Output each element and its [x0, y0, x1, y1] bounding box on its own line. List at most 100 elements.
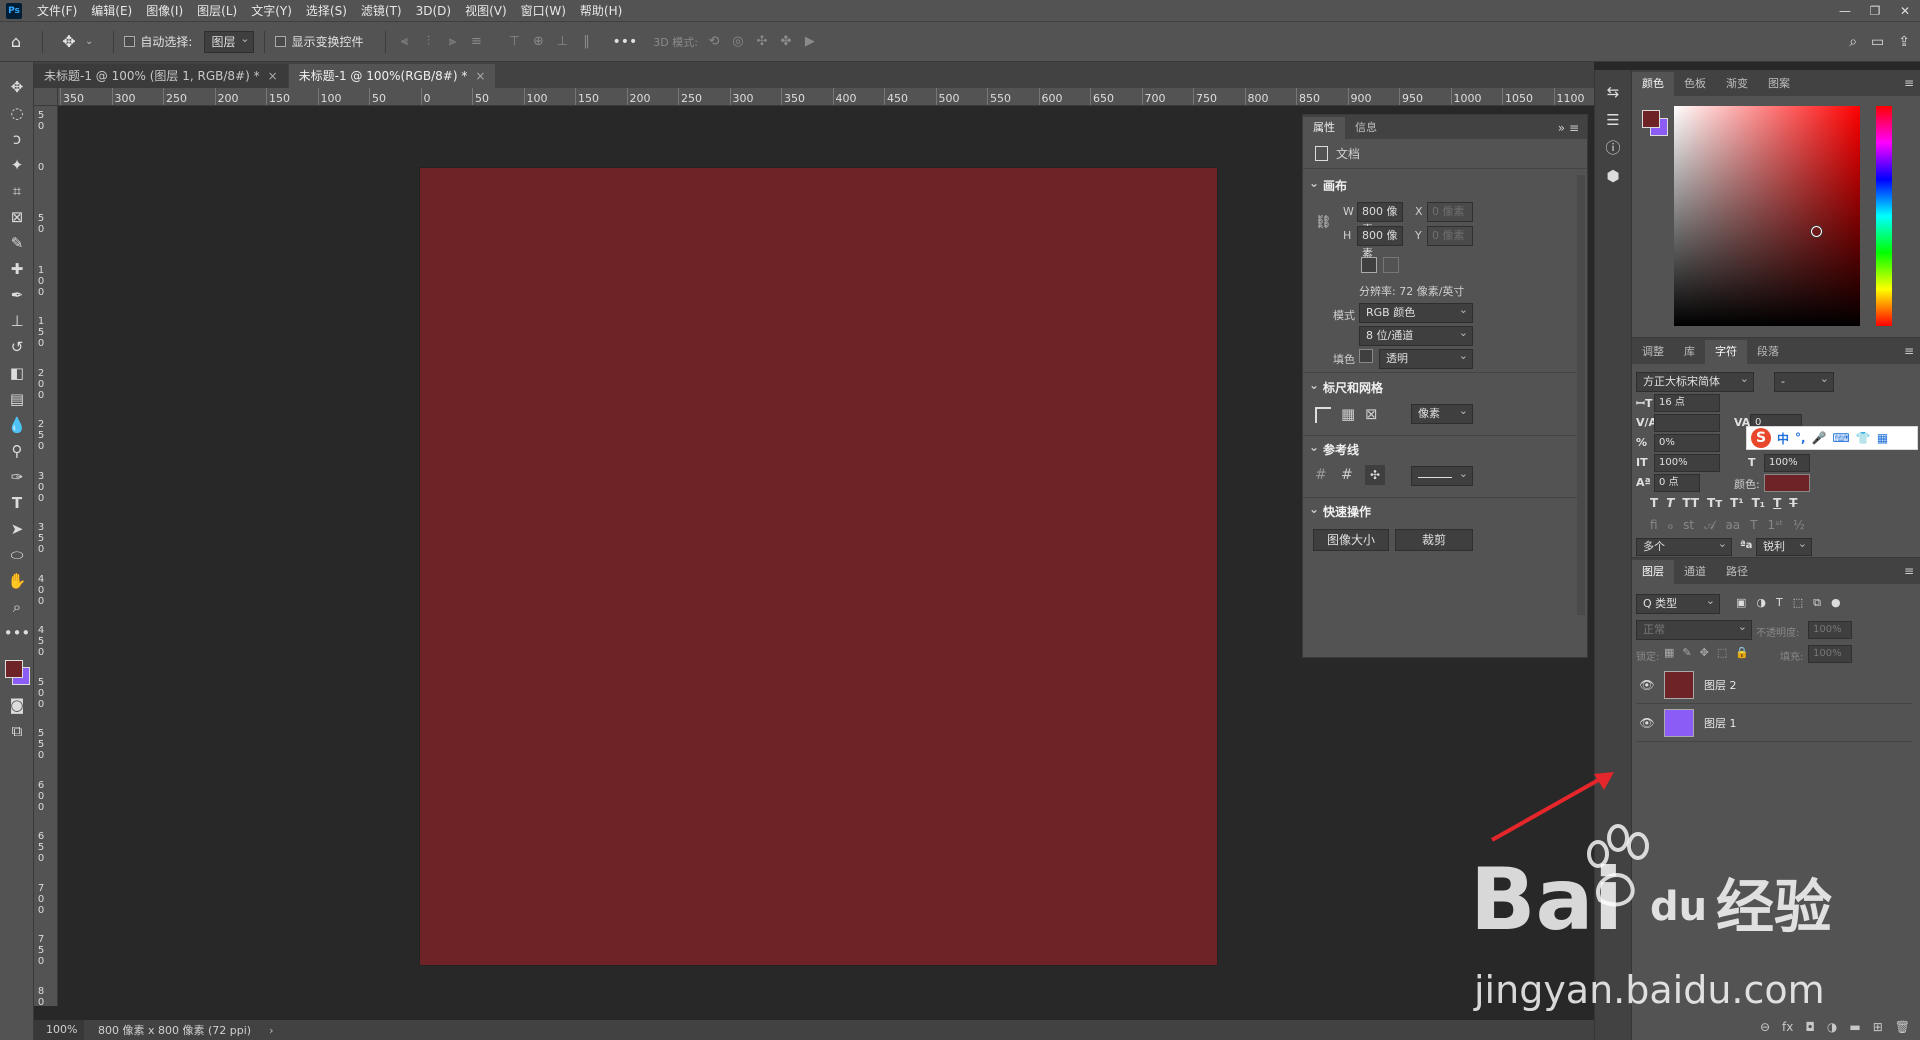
faux-bold-icon[interactable]: T: [1650, 496, 1658, 510]
move-tool-icon[interactable]: ✥: [0, 74, 34, 100]
align-left-icon[interactable]: ⫷: [396, 34, 412, 50]
lock-artboard-icon[interactable]: ⬚: [1717, 646, 1727, 659]
menu-window[interactable]: 窗口(W): [514, 0, 573, 22]
layer-style-icon[interactable]: fx: [1782, 1020, 1793, 1034]
filter-shape-icon[interactable]: ⬚: [1793, 596, 1803, 610]
horizontal-scale-field[interactable]: 100%: [1764, 454, 1810, 472]
lock-position-icon[interactable]: ✥: [1700, 646, 1709, 659]
blend-mode-dropdown[interactable]: 正常: [1636, 618, 1752, 640]
menu-type[interactable]: 文字(Y): [244, 0, 299, 22]
panel-menu-icon[interactable]: ≡: [1904, 76, 1914, 90]
tab-document-1[interactable]: 未标题-1 @ 100% (图层 1, RGB/8#) * ×: [34, 64, 288, 88]
3d-camera-icon[interactable]: ▶: [802, 34, 818, 50]
pixel-grid-icon[interactable]: ⊠: [1365, 405, 1378, 423]
underline-icon[interactable]: T: [1773, 496, 1781, 510]
panel-menu-icon[interactable]: ≡: [1904, 344, 1914, 358]
ime-chinese-toggle[interactable]: 中: [1777, 430, 1789, 447]
adjustment-layer-icon[interactable]: ◑: [1827, 1020, 1837, 1034]
crop-button[interactable]: 裁剪: [1395, 529, 1473, 551]
hand-tool-icon[interactable]: ✋: [0, 568, 34, 594]
zoom-level[interactable]: 100%: [34, 1020, 84, 1040]
ligature-icon[interactable]: ﬁ: [1650, 518, 1658, 533]
workspace-icon[interactable]: ▭: [1871, 34, 1884, 50]
filter-smart-icon[interactable]: ⧉: [1813, 596, 1821, 610]
opacity-field[interactable]: 100%: [1808, 621, 1852, 639]
info-icon[interactable]: ⓘ: [1595, 134, 1631, 162]
foreground-color-swatch[interactable]: [5, 660, 23, 678]
units-dropdown[interactable]: 像素: [1411, 402, 1473, 424]
type-tool-icon[interactable]: T: [0, 490, 34, 516]
tab-adjustments[interactable]: 调整: [1632, 340, 1674, 364]
tab-libraries[interactable]: 库: [1674, 340, 1705, 364]
guides-header[interactable]: 参考线: [1303, 436, 1581, 461]
path-select-icon[interactable]: ➤: [0, 516, 34, 542]
add-mask-icon[interactable]: ◘: [1805, 1020, 1815, 1034]
align-middle-icon[interactable]: ⊕: [530, 34, 546, 50]
old-style-icon[interactable]: ℴ: [1668, 518, 1674, 533]
fractions-icon[interactable]: ½: [1793, 518, 1805, 533]
auto-select-dropdown[interactable]: 图层: [204, 29, 255, 53]
document-canvas[interactable]: [420, 168, 1217, 965]
blur-tool-icon[interactable]: 💧: [0, 412, 34, 438]
tab-layers[interactable]: 图层: [1632, 560, 1674, 584]
photoshop-logo-icon[interactable]: Ps: [6, 2, 22, 19]
faux-italic-icon[interactable]: T: [1666, 496, 1674, 510]
ordinals-icon[interactable]: 1ˢᵗ: [1768, 518, 1784, 533]
baseline-field[interactable]: 0 点: [1654, 474, 1700, 492]
minimize-button[interactable]: —: [1830, 0, 1860, 22]
eraser-tool-icon[interactable]: ◧: [0, 360, 34, 386]
vertical-scale-field[interactable]: 100%: [1654, 454, 1720, 472]
brush-tool-icon[interactable]: ✒: [0, 282, 34, 308]
eyedropper-tool-icon[interactable]: ✎: [0, 230, 34, 256]
tab-color[interactable]: 颜色: [1632, 72, 1674, 96]
strikethrough-icon[interactable]: T: [1789, 496, 1797, 510]
ruler-toggle-icon[interactable]: [1315, 407, 1331, 423]
landscape-orientation-icon[interactable]: [1383, 257, 1399, 273]
visibility-eye-icon[interactable]: 👁: [1636, 678, 1658, 692]
search-icon[interactable]: ⌕: [1849, 34, 1857, 50]
zoom-tool-icon[interactable]: ⌕: [0, 594, 34, 620]
filter-pixel-icon[interactable]: ▣: [1736, 596, 1746, 610]
show-transform-checkbox[interactable]: 显示变换控件: [275, 33, 363, 50]
sogou-logo-icon[interactable]: S: [1751, 428, 1771, 448]
screen-mode-icon[interactable]: ⧉: [0, 718, 34, 744]
smart-guides-icon[interactable]: ✣: [1365, 465, 1385, 485]
swash-icon[interactable]: st: [1683, 518, 1694, 533]
guide-lock-icon[interactable]: #: [1341, 467, 1353, 483]
menu-file[interactable]: 文件(F): [30, 0, 84, 22]
ordinal-icon[interactable]: T: [1750, 518, 1757, 533]
ime-skin-icon[interactable]: 👕: [1856, 431, 1871, 445]
subscript-icon[interactable]: T₁: [1752, 496, 1765, 510]
dodge-tool-icon[interactable]: ⚲: [0, 438, 34, 464]
tab-document-2[interactable]: 未标题-1 @ 100%(RGB/8#) * ×: [288, 64, 496, 88]
chevron-down-icon[interactable]: ⌄: [85, 36, 93, 47]
tab-info[interactable]: 信息: [1345, 117, 1387, 139]
tab-gradients[interactable]: 渐变: [1716, 72, 1758, 96]
font-size-field[interactable]: 16 点: [1654, 394, 1720, 412]
layer-filter-dropdown[interactable]: Q 类型: [1636, 592, 1720, 614]
3d-orbit-icon[interactable]: ⟲: [706, 34, 722, 50]
menu-layer[interactable]: 图层(L): [190, 0, 244, 22]
status-menu-arrow[interactable]: ›: [269, 1024, 273, 1037]
language-dropdown[interactable]: 多个: [1636, 536, 1732, 556]
guide-style-dropdown[interactable]: [1411, 464, 1473, 486]
rulers-grids-header[interactable]: 标尺和网格: [1303, 374, 1581, 399]
bit-depth-dropdown[interactable]: 8 位/通道: [1359, 324, 1473, 346]
font-family-dropdown[interactable]: 方正大标宋简体: [1636, 370, 1754, 392]
quick-mask-icon[interactable]: ◙: [0, 692, 34, 718]
scale-field[interactable]: 0%: [1654, 434, 1720, 452]
tab-paragraph[interactable]: 段落: [1747, 340, 1789, 364]
gradient-tool-icon[interactable]: ▤: [0, 386, 34, 412]
delete-layer-icon[interactable]: 🗑: [1895, 1020, 1910, 1034]
align-right-icon[interactable]: ⫸: [444, 34, 460, 50]
distribute-v-icon[interactable]: ‖: [578, 34, 594, 50]
visibility-eye-icon[interactable]: 👁: [1636, 716, 1658, 730]
shape-tool-icon[interactable]: ⬭: [0, 542, 34, 568]
anti-alias-dropdown[interactable]: 锐利: [1756, 536, 1812, 556]
vertical-ruler[interactable]: 50 0 50 100 150 200 250 300 350 400 450 500 550 600 65…: [34, 106, 58, 1006]
history-icon[interactable]: ⇆: [1595, 78, 1631, 106]
more-tools-icon[interactable]: •••: [0, 620, 34, 646]
guide-toggle-icon[interactable]: #: [1315, 467, 1327, 483]
image-size-button[interactable]: 图像大小: [1313, 529, 1389, 551]
close-button[interactable]: ✕: [1890, 0, 1920, 22]
